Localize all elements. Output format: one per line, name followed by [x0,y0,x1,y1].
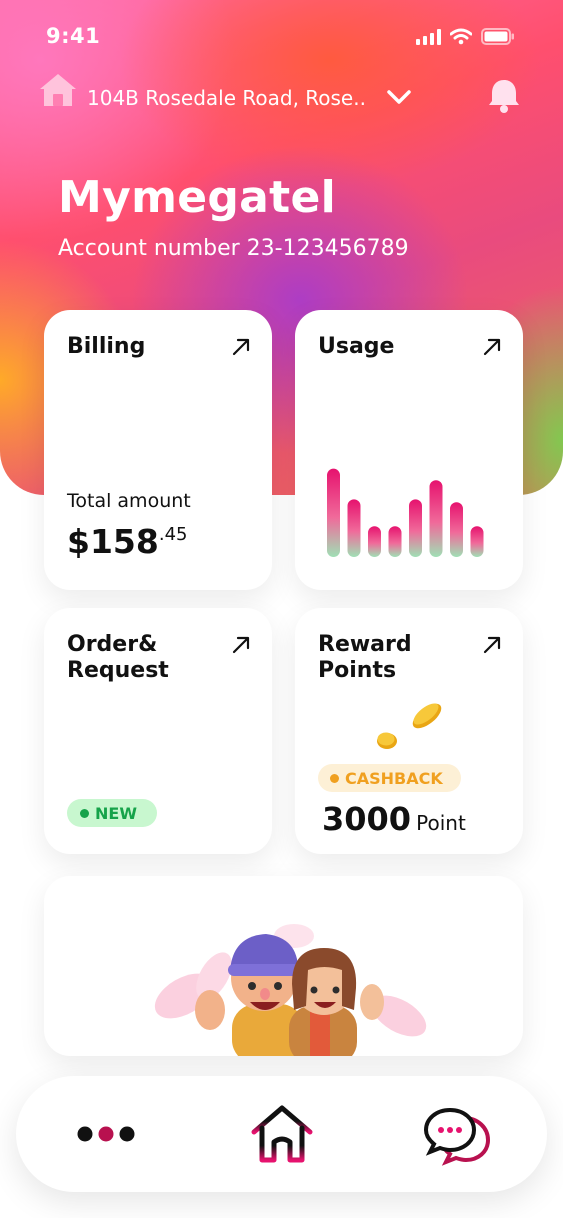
bell-icon[interactable] [484,76,524,116]
new-badge-label: NEW [95,803,137,823]
waving-people-illustration [154,924,427,1056]
amount-cents: .45 [158,524,188,545]
signal-icon [416,29,441,45]
order-request-card[interactable]: Order& Request NEW [44,608,272,854]
usage-bar [429,480,443,557]
status-bar: 9:41 [0,0,563,70]
more-dots-icon[interactable] [76,1122,136,1146]
points-unit: Point [416,811,466,835]
usage-bar [368,526,381,557]
arrow-up-right-icon [483,338,501,356]
address-selector[interactable]: 104B Rosedale Road, Rose.. [38,72,528,122]
arrow-up-right-icon [483,636,501,654]
order-title-line1: Order& [67,632,158,657]
total-amount-label: Total amount [67,490,191,512]
address-text: 104B Rosedale Road, Rose.. [87,86,366,110]
usage-bar [347,499,361,557]
usage-title: Usage [318,334,395,359]
reward-points-value: 3000 Point [322,800,466,838]
usage-bar-chart [327,468,484,557]
cashback-badge: CASHBACK [318,764,461,792]
reward-points-card[interactable]: Reward Points CASHBACK 3000 Point [295,608,523,854]
usage-card[interactable]: Usage [295,310,523,590]
cashback-dot [330,773,339,783]
usage-bar [450,502,463,557]
status-icons [416,28,515,45]
usage-bar [388,526,402,557]
billing-amount: $158.45 [67,522,188,561]
new-dot [80,808,89,818]
bottom-navigation [16,1076,547,1192]
home-nav-icon[interactable] [248,1102,316,1166]
usage-bar [409,499,422,557]
promo-banner[interactable] [44,876,523,1056]
billing-title: Billing [67,334,146,359]
account-number: Account number 23-123456789 [58,236,409,261]
home-icon [40,74,76,106]
chat-icon[interactable] [424,1106,492,1166]
new-badge: NEW [67,799,157,827]
amount-main: $158 [67,522,159,561]
order-title-line2: Request [67,658,169,683]
order-request-title: Order& Request [67,632,169,684]
coins-icon [377,703,442,749]
billing-card[interactable]: Billing Total amount $158.45 [44,310,272,590]
reward-title-line2: Points [318,658,397,683]
usage-bar [470,526,484,557]
arrow-up-right-icon [232,338,250,356]
points-number: 3000 [322,800,412,838]
battery-icon [481,28,514,45]
reward-title-line1: Reward [318,632,412,657]
cashback-badge-label: CASHBACK [345,768,443,788]
chevron-down-icon[interactable] [384,82,414,112]
usage-bar [327,468,340,557]
brand-name: Mymegatel [58,172,337,223]
status-time: 9:41 [46,24,101,48]
wifi-icon [450,28,472,45]
reward-points-title: Reward Points [318,632,412,684]
arrow-up-right-icon [232,636,250,654]
